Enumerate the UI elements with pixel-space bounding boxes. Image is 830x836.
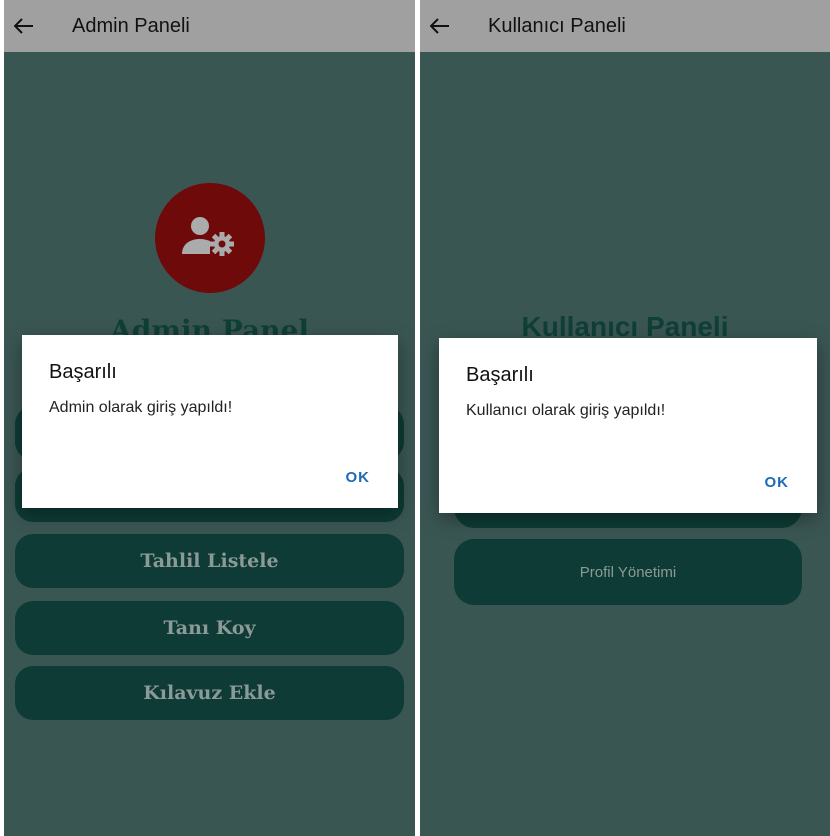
app-bar: Admin Paneli (4, 0, 415, 52)
app-bar: Kullanıcı Paneli (420, 0, 830, 52)
app-bar-title: Kullanıcı Paneli (488, 14, 626, 37)
dialog-title: Başarılı (466, 364, 534, 386)
tahlil-listele-button[interactable]: Tahlil Listele (15, 534, 404, 588)
arrow-left-icon[interactable] (14, 18, 34, 34)
success-dialog: Başarılı Kullanıcı olarak giriş yapıldı!… (439, 338, 817, 513)
kilavuz-ekle-button[interactable]: Kılavuz Ekle (15, 666, 404, 720)
ok-button[interactable]: OK (346, 469, 371, 486)
dialog-message: Kullanıcı olarak giriş yapıldı! (466, 402, 666, 419)
admin-panel-screen: Admin Paneli Admin Panel Tahlil Listele … (4, 0, 415, 836)
arrow-left-icon[interactable] (430, 18, 450, 34)
ok-button[interactable]: OK (765, 474, 790, 491)
dialog-message: Admin olarak giriş yapıldı! (49, 399, 233, 416)
tani-koy-button[interactable]: Tanı Koy (15, 601, 404, 655)
admin-settings-icon (180, 214, 240, 263)
success-dialog: Başarılı Admin olarak giriş yapıldı! OK (22, 335, 398, 508)
dialog-title: Başarılı (49, 361, 117, 383)
user-panel-screen: Kullanıcı Paneli Kullanıcı Paneli Profil… (420, 0, 830, 836)
app-bar-title: Admin Paneli (72, 14, 190, 37)
admin-avatar (155, 183, 265, 293)
profil-yonetimi-button[interactable]: Profil Yönetimi (454, 539, 802, 605)
